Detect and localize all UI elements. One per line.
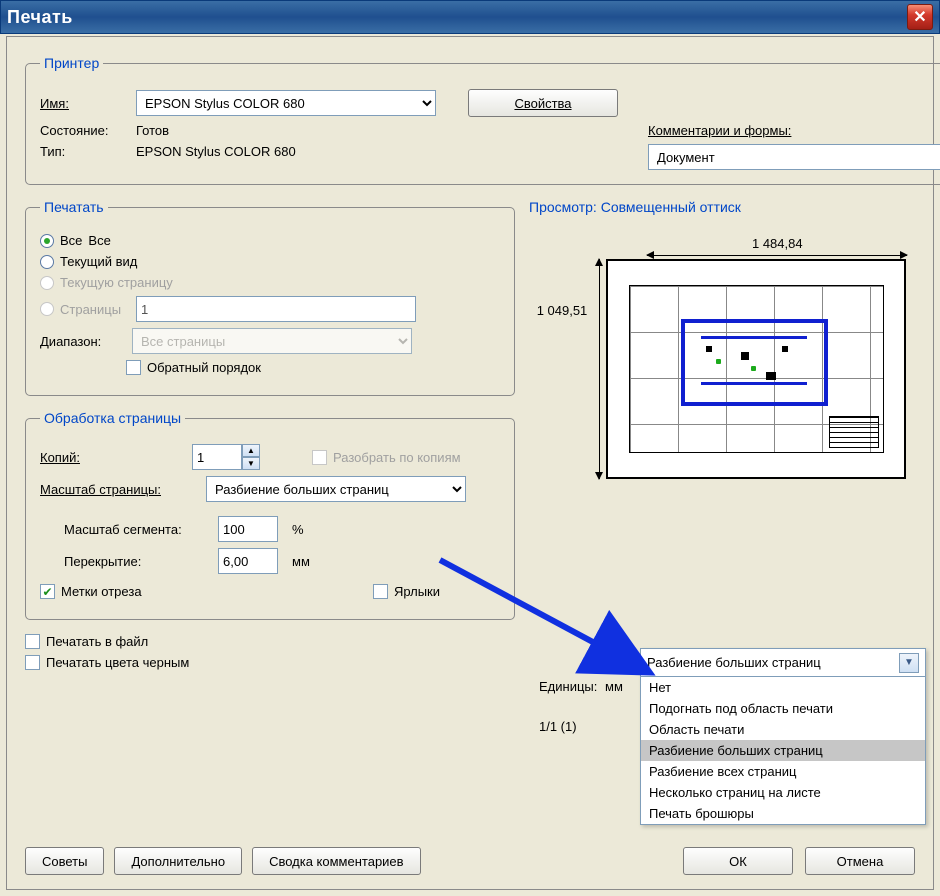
pages-input	[136, 296, 416, 322]
printer-type-label: Тип:	[40, 144, 130, 159]
scale-dropdown-list: Нет Подогнать под область печати Область…	[641, 677, 925, 824]
subset-select: Все страницы	[132, 328, 412, 354]
copies-input[interactable]	[192, 444, 242, 470]
overlap-unit: мм	[292, 554, 310, 569]
advanced-button[interactable]: Дополнительно	[114, 847, 242, 875]
radio-current-page-label: Текущую страницу	[60, 275, 173, 290]
overlap-label: Перекрытие:	[64, 554, 212, 569]
subset-label: Диапазон:	[40, 334, 126, 349]
close-icon: ✕	[913, 7, 926, 27]
window-title: Печать	[7, 7, 907, 28]
copies-stepper[interactable]: ▲▼	[192, 444, 260, 470]
comments-label: Комментарии и формы:	[648, 123, 791, 138]
reverse-checkbox[interactable]: Обратный порядок	[126, 360, 261, 375]
page-count: 1/1 (1)	[539, 719, 577, 734]
printer-status-value: Готов	[136, 123, 169, 138]
labels-checkbox[interactable]: Ярлыки	[373, 584, 440, 599]
print-to-file-checkbox[interactable]: Печатать в файл	[25, 634, 148, 649]
scale-option-tile-large[interactable]: Разбиение больших страниц	[641, 740, 925, 761]
titlebar: Печать ✕	[0, 0, 940, 34]
ok-cancel-buttons: ОК Отмена	[683, 847, 915, 875]
overlap-input[interactable]	[218, 548, 278, 574]
bottom-buttons: Советы Дополнительно Сводка комментариев	[25, 847, 421, 875]
scale-option-print-area[interactable]: Область печати	[641, 719, 925, 740]
preview-width: 1 484,84	[752, 236, 803, 251]
radio-current-view[interactable]: Текущий вид	[40, 254, 500, 269]
radio-all-label: Все	[88, 233, 110, 248]
printer-name-label: Имя:	[40, 96, 130, 111]
copies-up[interactable]: ▲	[242, 444, 260, 457]
scale-dropdown-popup: Разбиение больших страниц ▼ Нет Подогнат…	[640, 648, 926, 825]
radio-pages-label: Страницы	[60, 302, 130, 317]
preview-page	[606, 259, 906, 479]
scale-option-multi[interactable]: Несколько страниц на листе	[641, 782, 925, 803]
radio-all[interactable]: Все Все	[40, 233, 500, 248]
scale-dropdown-header[interactable]: Разбиение больших страниц ▼	[641, 649, 925, 677]
scale-option-fit[interactable]: Подогнать под область печати	[641, 698, 925, 719]
printer-name-select[interactable]: EPSON Stylus COLOR 680	[136, 90, 436, 116]
segment-input[interactable]	[218, 516, 278, 542]
segment-label: Масштаб сегмента:	[64, 522, 212, 537]
print-range-legend: Печатать	[40, 199, 108, 215]
printer-legend: Принтер	[40, 55, 103, 71]
copies-down[interactable]: ▼	[242, 457, 260, 470]
scale-label: Масштаб страницы:	[40, 482, 200, 497]
radio-current-view-label: Текущий вид	[60, 254, 137, 269]
comments-select[interactable]: Документ	[648, 144, 940, 170]
copies-label: Копий:	[40, 450, 100, 465]
preview-height: 1 049,51	[537, 303, 588, 318]
print-black-checkbox[interactable]: Печатать цвета черным	[25, 655, 189, 670]
tips-button[interactable]: Советы	[25, 847, 104, 875]
radio-current-page: Текущую страницу	[40, 275, 500, 290]
print-range-group: Печатать Все Все Текущий вид Текущую стр…	[25, 199, 515, 396]
close-button[interactable]: ✕	[907, 4, 933, 30]
printer-group: Принтер Имя: EPSON Stylus COLOR 680 Свой…	[25, 55, 940, 185]
cancel-button[interactable]: Отмена	[805, 847, 915, 875]
page-handling-legend: Обработка страницы	[40, 410, 185, 426]
preview-title: Просмотр: Совмещенный оттиск	[529, 199, 915, 215]
segment-unit: %	[292, 522, 304, 537]
title-block-icon	[829, 416, 879, 448]
cutmarks-checkbox[interactable]: ✔ Метки отреза	[40, 584, 142, 599]
annotation-arrow-icon	[435, 555, 665, 685]
chevron-down-icon[interactable]: ▼	[899, 653, 919, 673]
ok-button[interactable]: ОК	[683, 847, 793, 875]
scale-select[interactable]: Разбиение больших страниц	[206, 476, 466, 502]
scale-option-booklet[interactable]: Печать брошюры	[641, 803, 925, 824]
collate-checkbox: Разобрать по копиям	[312, 450, 461, 465]
comments-summary-button[interactable]: Сводка комментариев	[252, 847, 421, 875]
dim-arrow-h-icon	[647, 255, 907, 256]
scale-dropdown-selected: Разбиение больших страниц	[647, 655, 821, 670]
printer-status-label: Состояние:	[40, 123, 130, 138]
preview-drawing	[629, 285, 884, 453]
printer-type-value: EPSON Stylus COLOR 680	[136, 144, 296, 159]
radio-pages: Страницы	[40, 296, 500, 322]
properties-button[interactable]: Свойства	[468, 89, 618, 117]
scale-option-none[interactable]: Нет	[641, 677, 925, 698]
dim-arrow-v-icon	[599, 259, 600, 479]
scale-option-tile-all[interactable]: Разбиение всех страниц	[641, 761, 925, 782]
preview-area: 1 049,51 1 484,84	[529, 225, 915, 605]
